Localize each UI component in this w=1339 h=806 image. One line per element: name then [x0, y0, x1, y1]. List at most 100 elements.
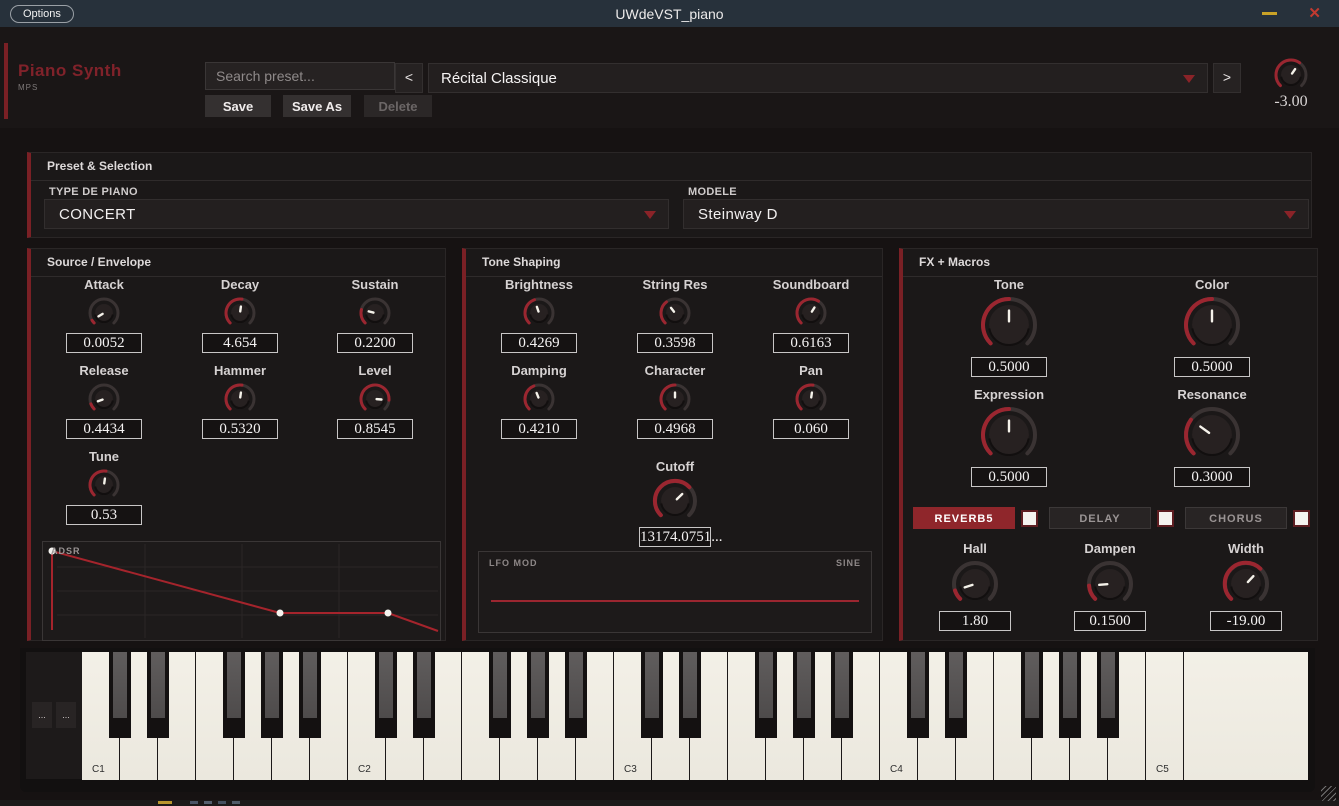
sustain-knob[interactable]: [358, 296, 392, 330]
black-key[interactable]: [831, 652, 853, 738]
modele-value: Steinway D: [684, 206, 778, 223]
attack-knob[interactable]: [87, 296, 121, 330]
cutoff-value[interactable]: 13174.0751...: [639, 527, 711, 547]
black-key[interactable]: [907, 652, 929, 738]
damping-value[interactable]: 0.4210: [501, 419, 577, 439]
sustain-value[interactable]: 0.2200: [337, 333, 413, 353]
black-key-top: [949, 652, 963, 718]
delay-checkbox[interactable]: [1157, 510, 1174, 527]
black-key[interactable]: [565, 652, 587, 738]
string-res-value[interactable]: 0.3598: [637, 333, 713, 353]
lfo-wave-label: SINE: [836, 558, 861, 568]
tone-knob[interactable]: [980, 296, 1038, 354]
black-key-top: [417, 652, 431, 718]
attack-value[interactable]: 0.0052: [66, 333, 142, 353]
black-key[interactable]: [1097, 652, 1119, 738]
prev-preset-button[interactable]: <: [395, 63, 423, 93]
tone-value[interactable]: 0.5000: [971, 357, 1047, 377]
decay-control: Decay4.654: [172, 277, 308, 353]
search-input[interactable]: [205, 62, 395, 90]
black-key[interactable]: [223, 652, 245, 738]
black-key[interactable]: [109, 652, 131, 738]
black-key[interactable]: [755, 652, 777, 738]
pan-value[interactable]: 0.060: [773, 419, 849, 439]
black-key[interactable]: [641, 652, 663, 738]
titlebar: Options UWdeVST_piano ✕: [0, 0, 1339, 27]
black-key[interactable]: [147, 652, 169, 738]
chevron-down-icon: [1183, 75, 1195, 83]
brightness-value[interactable]: 0.4269: [501, 333, 577, 353]
level-knob[interactable]: [358, 382, 392, 416]
pan-knob[interactable]: [794, 382, 828, 416]
black-key[interactable]: [527, 652, 549, 738]
black-key[interactable]: [945, 652, 967, 738]
keyboard-option-button[interactable]: ...: [56, 702, 76, 728]
black-key[interactable]: [413, 652, 435, 738]
preset-dropdown[interactable]: Récital Classique: [428, 63, 1208, 93]
type-de-piano-dropdown[interactable]: CONCERT: [44, 199, 669, 229]
expression-value[interactable]: 0.5000: [971, 467, 1047, 487]
color-knob[interactable]: [1183, 296, 1241, 354]
hammer-knob[interactable]: [223, 382, 257, 416]
color-value[interactable]: 0.5000: [1174, 357, 1250, 377]
width-value[interactable]: -19.00: [1210, 611, 1282, 631]
save-button[interactable]: Save: [205, 95, 271, 117]
character-knob[interactable]: [658, 382, 692, 416]
width-knob[interactable]: [1222, 560, 1270, 608]
hall-knob[interactable]: [951, 560, 999, 608]
black-key[interactable]: [1021, 652, 1043, 738]
white-key[interactable]: C5: [1146, 652, 1184, 780]
adsr-graph[interactable]: ADSR: [42, 541, 441, 641]
cutoff-knob[interactable]: [652, 478, 698, 524]
black-key[interactable]: [489, 652, 511, 738]
damping-knob[interactable]: [522, 382, 556, 416]
delete-button[interactable]: Delete: [364, 95, 432, 117]
string-res-knob[interactable]: [658, 296, 692, 330]
taskbar-dash: [204, 801, 212, 804]
save-as-button[interactable]: Save As: [283, 95, 351, 117]
header: Piano Synth MPS < Récital Classique > Sa…: [0, 27, 1339, 128]
black-key-top: [835, 652, 849, 718]
soundboard-knob[interactable]: [794, 296, 828, 330]
decay-value[interactable]: 4.654: [202, 333, 278, 353]
black-key[interactable]: [793, 652, 815, 738]
character-value[interactable]: 0.4968: [637, 419, 713, 439]
resize-grip-icon[interactable]: [1321, 786, 1336, 801]
release-value[interactable]: 0.4434: [66, 419, 142, 439]
hall-value[interactable]: 1.80: [939, 611, 1011, 631]
black-key[interactable]: [679, 652, 701, 738]
black-key[interactable]: [299, 652, 321, 738]
level-value[interactable]: 0.8545: [337, 419, 413, 439]
keyboard-option-button[interactable]: ...: [32, 702, 52, 728]
black-key[interactable]: [1059, 652, 1081, 738]
minimize-button[interactable]: [1262, 12, 1277, 15]
pan-label: Pan: [799, 363, 823, 379]
soundboard-value[interactable]: 0.6163: [773, 333, 849, 353]
taskbar-dash: [232, 801, 240, 804]
cutoff-label: Cutoff: [656, 459, 694, 475]
black-key-top: [151, 652, 165, 718]
decay-knob[interactable]: [223, 296, 257, 330]
black-key[interactable]: [375, 652, 397, 738]
close-button[interactable]: ✕: [1308, 4, 1321, 22]
brightness-knob[interactable]: [522, 296, 556, 330]
dampen-knob[interactable]: [1086, 560, 1134, 608]
resonance-knob[interactable]: [1183, 406, 1241, 464]
expression-knob[interactable]: [980, 406, 1038, 464]
chorus-button[interactable]: CHORUS: [1185, 507, 1287, 529]
dampen-value[interactable]: 0.1500: [1074, 611, 1146, 631]
master-volume-knob[interactable]: [1273, 57, 1309, 98]
tune-knob[interactable]: [87, 468, 121, 502]
tune-value[interactable]: 0.53: [66, 505, 142, 525]
cutoff-control: Cutoff 13174.0751...: [607, 459, 743, 547]
reverb5-button[interactable]: REVERB5: [913, 507, 1015, 529]
chorus-checkbox[interactable]: [1293, 510, 1310, 527]
release-knob[interactable]: [87, 382, 121, 416]
next-preset-button[interactable]: >: [1213, 63, 1241, 93]
black-key[interactable]: [261, 652, 283, 738]
reverb5-checkbox[interactable]: [1021, 510, 1038, 527]
delay-button[interactable]: DELAY: [1049, 507, 1151, 529]
modele-dropdown[interactable]: Steinway D: [683, 199, 1309, 229]
hammer-value[interactable]: 0.5320: [202, 419, 278, 439]
resonance-value[interactable]: 0.3000: [1174, 467, 1250, 487]
